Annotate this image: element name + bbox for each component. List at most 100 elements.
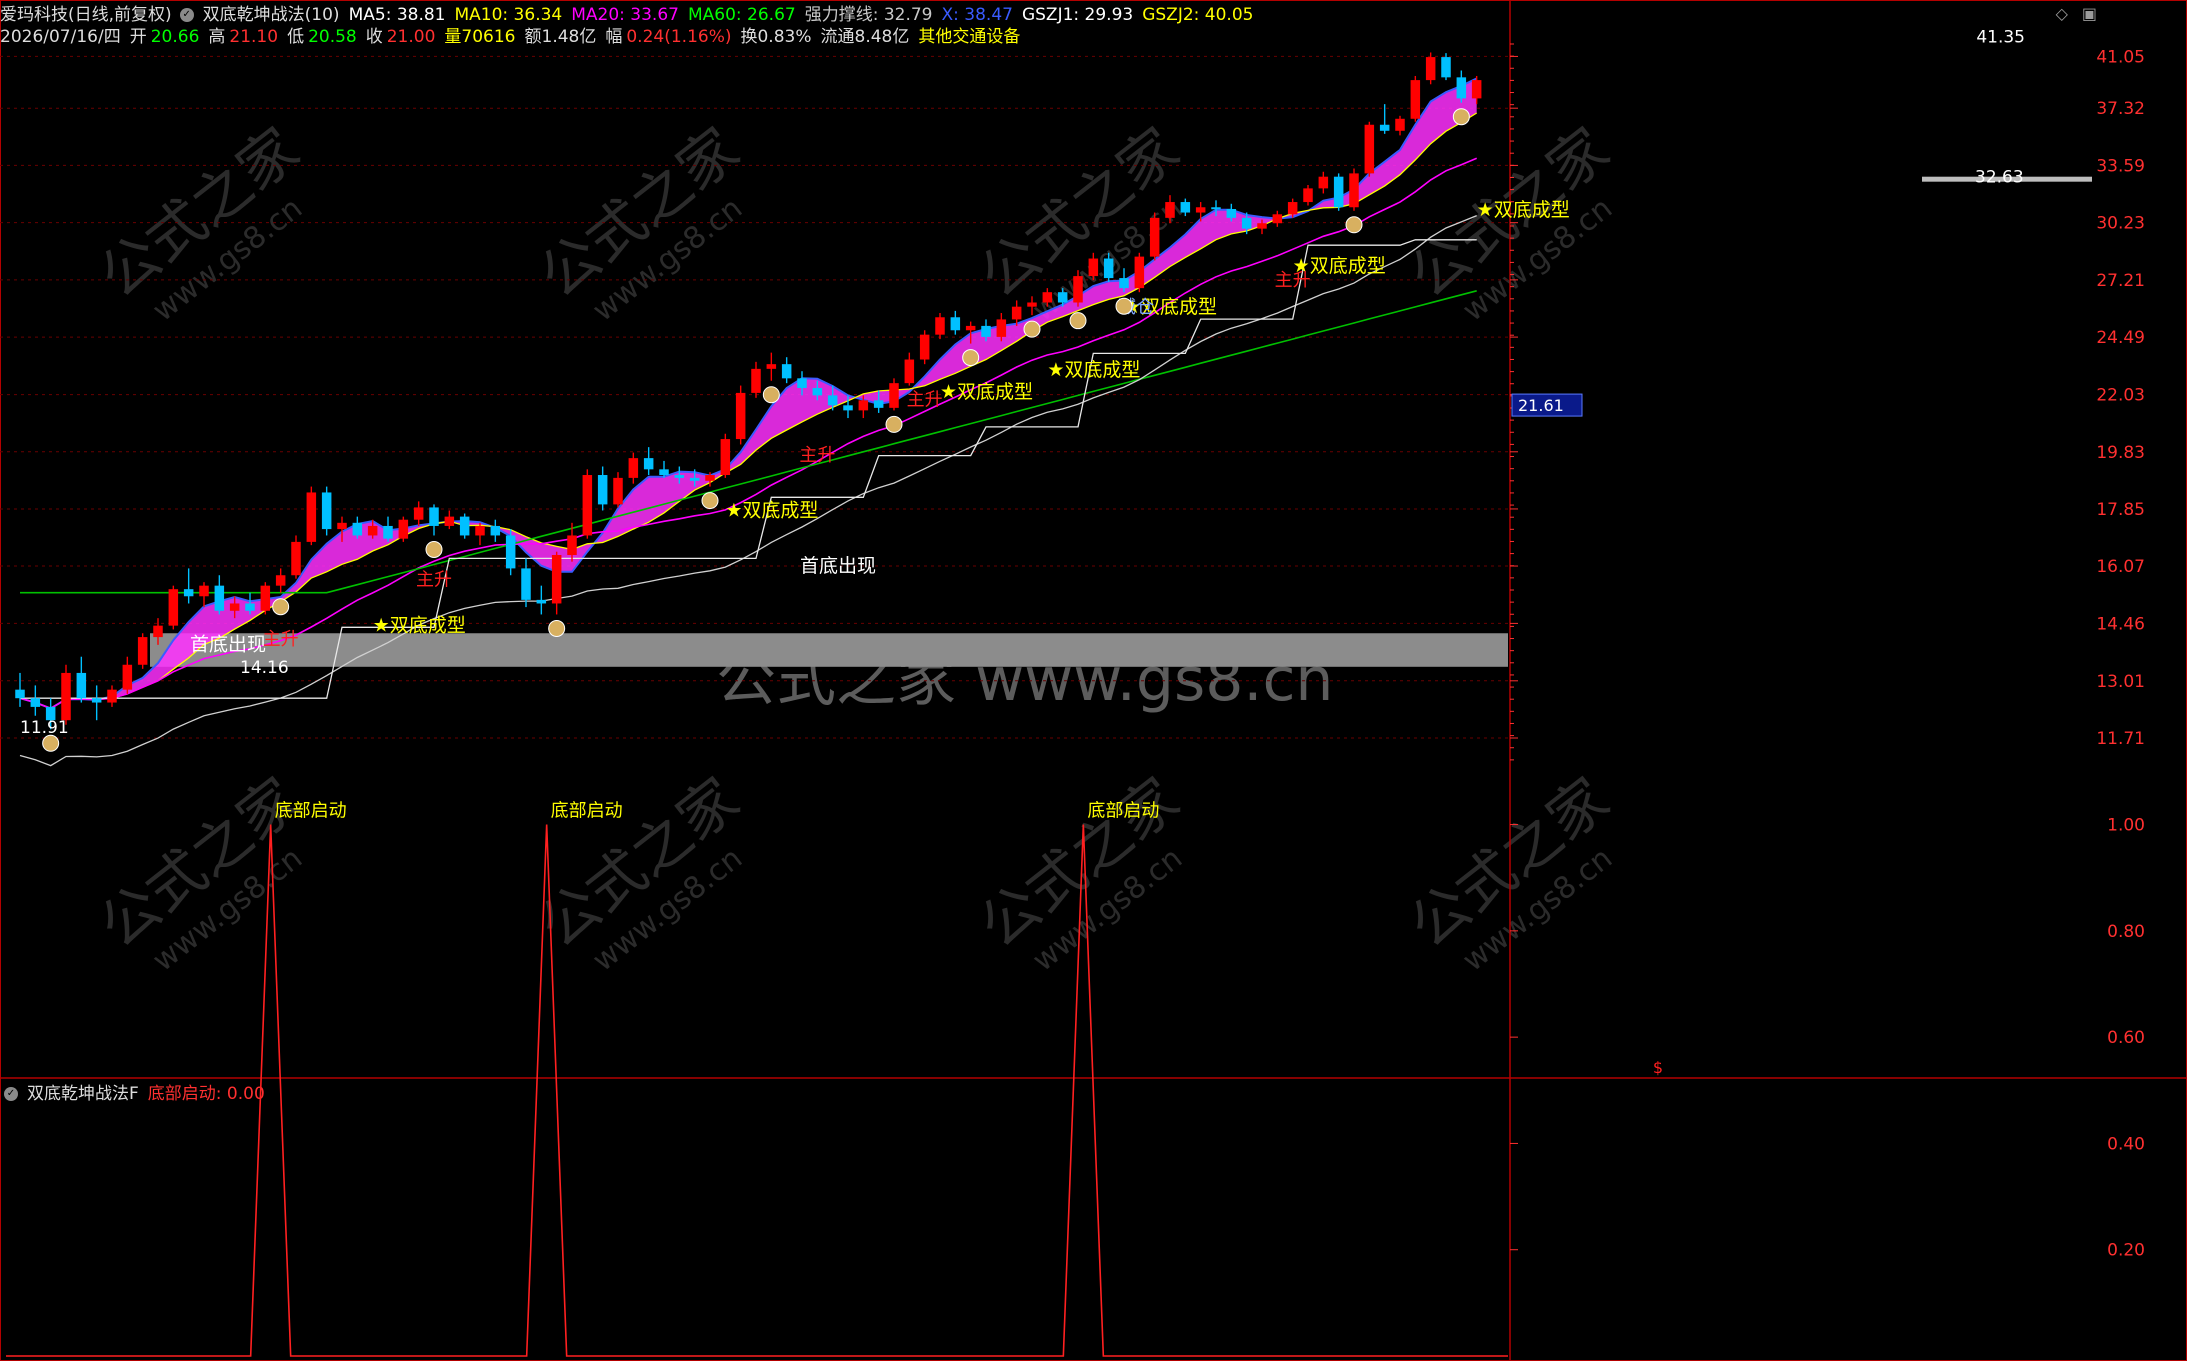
candle-body-42 [659, 469, 669, 476]
candle-body-10 [168, 589, 179, 626]
candle-body-61 [950, 317, 961, 331]
watermark-7: 公式之家www.gs8.cn [1397, 765, 1622, 979]
money-bag-icon-10 [1115, 297, 1133, 315]
candle-body-78 [1211, 207, 1221, 210]
candle-body-23 [367, 525, 378, 536]
candle-body-70 [1088, 258, 1099, 277]
money-bag-icon-3 [548, 619, 566, 637]
double-bottom-label-3: ★双底成型 [1047, 359, 1140, 381]
candle-body-77 [1195, 207, 1206, 213]
candle-body-90 [1395, 118, 1405, 131]
candle-body-3 [61, 672, 71, 721]
chart-canvas[interactable]: 公式之家www.gs8.cn 公式之家www.gs8.cn 公式之家www.gs8.… [0, 0, 2187, 1361]
candle-body-39 [613, 477, 623, 505]
bottom-start-label-0: 底部启动 [275, 801, 347, 822]
candle-body-85 [1318, 176, 1329, 189]
candle-body-56 [873, 400, 884, 408]
candle-body-47 [735, 392, 746, 440]
watermark-4: 公式之家www.gs8.cn [87, 765, 312, 979]
money-bag-icon-2 [425, 540, 443, 558]
candle-body-68 [1057, 292, 1068, 303]
last-price-value: 21.61 [1518, 396, 1564, 415]
support-step-line [20, 239, 1477, 699]
candle-body-28 [444, 516, 455, 526]
candle-body-57 [889, 383, 899, 408]
candle-body-76 [1180, 202, 1191, 213]
candle-body-20 [321, 492, 332, 530]
double-bottom-label-0: ★双底成型 [373, 614, 466, 636]
money-bag-icon-1 [272, 598, 290, 616]
candle-body-29 [459, 516, 470, 536]
candle-body-59 [919, 334, 930, 360]
main-rise-label-0: 主升 [263, 629, 299, 650]
candle-body-15 [245, 603, 255, 611]
candle-body-52 [812, 388, 823, 396]
money-bag-icon-9 [1069, 312, 1087, 330]
candle-body-31 [490, 525, 501, 536]
watermark-5: 公式之家www.gs8.cn [527, 765, 752, 979]
main-rise-label-2: 主升 [799, 445, 835, 466]
candle-body-13 [214, 585, 225, 611]
candle-body-40 [628, 458, 639, 478]
first-bottom-label-1: 首底出现 [800, 555, 876, 577]
candle-body-44 [689, 477, 700, 481]
candle-body-38 [597, 475, 608, 505]
candle-body-58 [904, 359, 915, 384]
candle-body-94 [1456, 77, 1467, 99]
double-bottom-label-2: ★双底成型 [940, 381, 1033, 403]
main-rise-label-4: 主升 [1275, 270, 1311, 291]
y-tick-label-8: 27.21 [2096, 271, 2145, 291]
candle-body-88 [1364, 124, 1375, 174]
money-bag-icon-4 [701, 492, 719, 510]
sub-y-tick-3: 0.80 [2107, 922, 2145, 942]
candle-body-63 [981, 325, 991, 337]
candle-body-72 [1119, 278, 1129, 289]
candle-body-79 [1226, 209, 1237, 218]
bottom-start-label-2: 底部启动 [1087, 801, 1159, 822]
gray-support-band [150, 633, 1508, 667]
candle-body-22 [352, 522, 363, 536]
candle-body-71 [1103, 258, 1114, 279]
candle-body-11 [183, 589, 194, 597]
y-tick-label-2: 14.46 [2096, 614, 2145, 634]
candle-body-43 [674, 475, 685, 478]
watermark-3: 公式之家www.gs8.cn [1397, 115, 1622, 329]
candle-body-53 [827, 395, 838, 406]
candle-body-35 [551, 554, 562, 604]
sub-y-tick-0: 0.20 [2107, 1241, 2145, 1261]
candle-body-83 [1287, 202, 1298, 215]
candle-body-48 [751, 368, 761, 393]
y-tick-label-12: 41.05 [2096, 47, 2145, 67]
max-price-label: 41.35 [1976, 27, 2025, 47]
candle-body-62 [965, 325, 976, 331]
first-bottom-label-0: 首底出现 [190, 634, 266, 656]
candle-body-93 [1441, 57, 1451, 78]
candle-body-51 [797, 378, 807, 389]
y-tick-label-4: 17.85 [2096, 500, 2145, 520]
candle-body-81 [1257, 223, 1267, 229]
y-tick-label-7: 24.49 [2096, 328, 2145, 348]
watermark-6: 公式之家www.gs8.cn [967, 765, 1192, 979]
indicator-bands [20, 78, 2092, 709]
candle-body-80 [1241, 217, 1252, 229]
money-bag-icon-12 [1452, 108, 1470, 126]
candle-body-34 [536, 599, 547, 604]
candle-body-84 [1303, 188, 1313, 203]
money-bag-icon-0 [42, 734, 60, 752]
candle-body-73 [1134, 256, 1145, 289]
money-bag-icon-5 [762, 386, 780, 404]
candle-body-36 [567, 535, 577, 555]
candle-body-92 [1425, 57, 1436, 81]
candle-body-55 [858, 400, 869, 411]
candle-body-9 [153, 625, 163, 638]
money-bag-icon-11 [1345, 216, 1363, 234]
y-tick-label-9: 30.23 [2096, 214, 2145, 234]
candle-body-69 [1073, 276, 1083, 303]
candle-body-18 [291, 541, 301, 576]
candle-body-45 [705, 475, 715, 481]
candle-body-14 [229, 603, 240, 611]
candle-body-75 [1165, 202, 1175, 218]
candle-body-27 [429, 507, 439, 526]
candle-body-0 [15, 689, 25, 699]
money-bag-icon-7 [962, 349, 980, 367]
